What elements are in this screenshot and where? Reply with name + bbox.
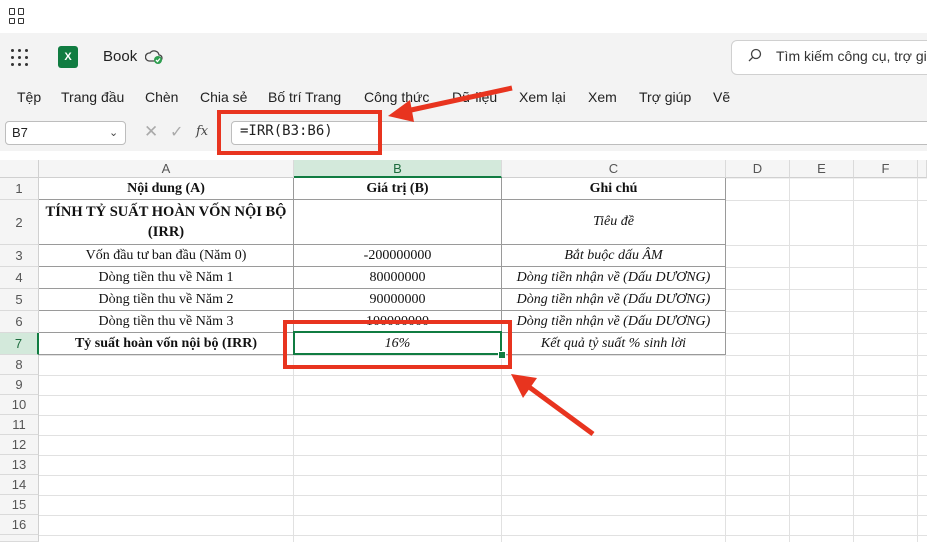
cell-a5[interactable]: Dòng tiền thu về Năm 2 bbox=[39, 289, 294, 311]
row-header-4[interactable]: 4 bbox=[0, 267, 39, 289]
cell-a7[interactable]: Tỷ suất hoàn vốn nội bộ (IRR) bbox=[39, 333, 294, 355]
row-header-15[interactable]: 15 bbox=[0, 495, 39, 515]
result-highlight-box bbox=[283, 320, 512, 369]
column-header-d[interactable]: D bbox=[726, 160, 790, 178]
row-header-16[interactable]: 16 bbox=[0, 515, 39, 535]
insert-function-icon[interactable]: fx bbox=[196, 124, 208, 139]
tab-view[interactable]: Xem bbox=[588, 89, 617, 105]
arrow-to-formula-icon bbox=[388, 85, 513, 122]
row-header-8[interactable]: 8 bbox=[0, 355, 39, 375]
row-header-14[interactable]: 14 bbox=[0, 475, 39, 495]
app-launcher-icon[interactable] bbox=[9, 8, 25, 24]
row-header-5[interactable]: 5 bbox=[0, 289, 39, 311]
row-header-11[interactable]: 11 bbox=[0, 415, 39, 435]
cell-b3[interactable]: -200000000 bbox=[294, 245, 502, 267]
cell-a4[interactable]: Dòng tiền thu về Năm 1 bbox=[39, 267, 294, 289]
cell-c3[interactable]: Bắt buộc dấu ÂM bbox=[502, 245, 726, 267]
arrow-to-result-icon bbox=[511, 374, 595, 437]
cloud-saved-icon bbox=[145, 50, 163, 64]
cell-a3[interactable]: Vốn đầu tư ban đầu (Năm 0) bbox=[39, 245, 294, 267]
column-header-f[interactable]: F bbox=[854, 160, 918, 178]
row-header-3[interactable]: 3 bbox=[0, 245, 39, 267]
tab-insert[interactable]: Chèn bbox=[145, 89, 178, 105]
cell-c5[interactable]: Dòng tiền nhận về (Dấu DƯƠNG) bbox=[502, 289, 726, 311]
formula-highlight-box bbox=[217, 110, 382, 155]
cell-b2[interactable] bbox=[294, 200, 502, 245]
cell-b4[interactable]: 80000000 bbox=[294, 267, 502, 289]
cell-b1[interactable]: Giá trị (B) bbox=[294, 178, 502, 200]
tab-home[interactable]: Trang đầu bbox=[61, 89, 124, 105]
row-header-12[interactable]: 12 bbox=[0, 435, 39, 455]
cell-c7[interactable]: Kết quả tỷ suất % sinh lời bbox=[502, 333, 726, 355]
excel-logo-icon: X bbox=[58, 46, 78, 68]
workbook-title[interactable]: Book bbox=[103, 48, 137, 65]
tab-file[interactable]: Tệp bbox=[17, 89, 41, 105]
cell-b5[interactable]: 90000000 bbox=[294, 289, 502, 311]
row-header-6[interactable]: 6 bbox=[0, 311, 39, 333]
top-strip bbox=[0, 0, 927, 33]
row-header-1[interactable]: 1 bbox=[0, 178, 39, 200]
waffle-icon[interactable] bbox=[11, 49, 29, 67]
cell-a6[interactable]: Dòng tiền thu về Năm 3 bbox=[39, 311, 294, 333]
cell-c2[interactable]: Tiêu đề bbox=[502, 200, 726, 245]
select-all-corner[interactable] bbox=[0, 160, 39, 178]
row-header-17[interactable] bbox=[0, 535, 39, 542]
cell-c1[interactable]: Ghi chú bbox=[502, 178, 726, 200]
cell-c6[interactable]: Dòng tiền nhận về (Dấu DƯƠNG) bbox=[502, 311, 726, 333]
cell-c4[interactable]: Dòng tiền nhận về (Dấu DƯƠNG) bbox=[502, 267, 726, 289]
column-header-g[interactable] bbox=[918, 160, 927, 178]
name-box-value[interactable]: B7 bbox=[12, 125, 28, 140]
tab-page-layout[interactable]: Bố trí Trang bbox=[268, 89, 341, 105]
row-header-2[interactable]: 2 bbox=[0, 200, 39, 245]
column-header-c[interactable]: C bbox=[502, 160, 726, 178]
cell-a2[interactable]: TÍNH TỶ SUẤT HOÀN VỐN NỘI BỘ (IRR) bbox=[39, 200, 294, 245]
tab-share[interactable]: Chia sẻ bbox=[200, 89, 247, 105]
tab-draw[interactable]: Vẽ bbox=[713, 89, 730, 105]
cell-a1[interactable]: Nội dung (A) bbox=[39, 178, 294, 200]
enter-check-icon[interactable]: ✓ bbox=[170, 122, 183, 142]
search-icon bbox=[748, 48, 762, 62]
column-header-e[interactable]: E bbox=[790, 160, 854, 178]
row-header-7[interactable]: 7 bbox=[0, 333, 39, 355]
column-header-b[interactable]: B bbox=[294, 160, 502, 178]
column-header-a[interactable]: A bbox=[39, 160, 294, 178]
search-input[interactable]: Tìm kiếm công cụ, trợ giú bbox=[776, 48, 927, 64]
chevron-down-icon[interactable]: ⌄ bbox=[109, 126, 118, 139]
row-header-9[interactable]: 9 bbox=[0, 375, 39, 395]
row-header-10[interactable]: 10 bbox=[0, 395, 39, 415]
cancel-icon[interactable]: ✕ bbox=[144, 122, 158, 142]
row-header-13[interactable]: 13 bbox=[0, 455, 39, 475]
tab-help[interactable]: Trợ giúp bbox=[639, 89, 691, 105]
